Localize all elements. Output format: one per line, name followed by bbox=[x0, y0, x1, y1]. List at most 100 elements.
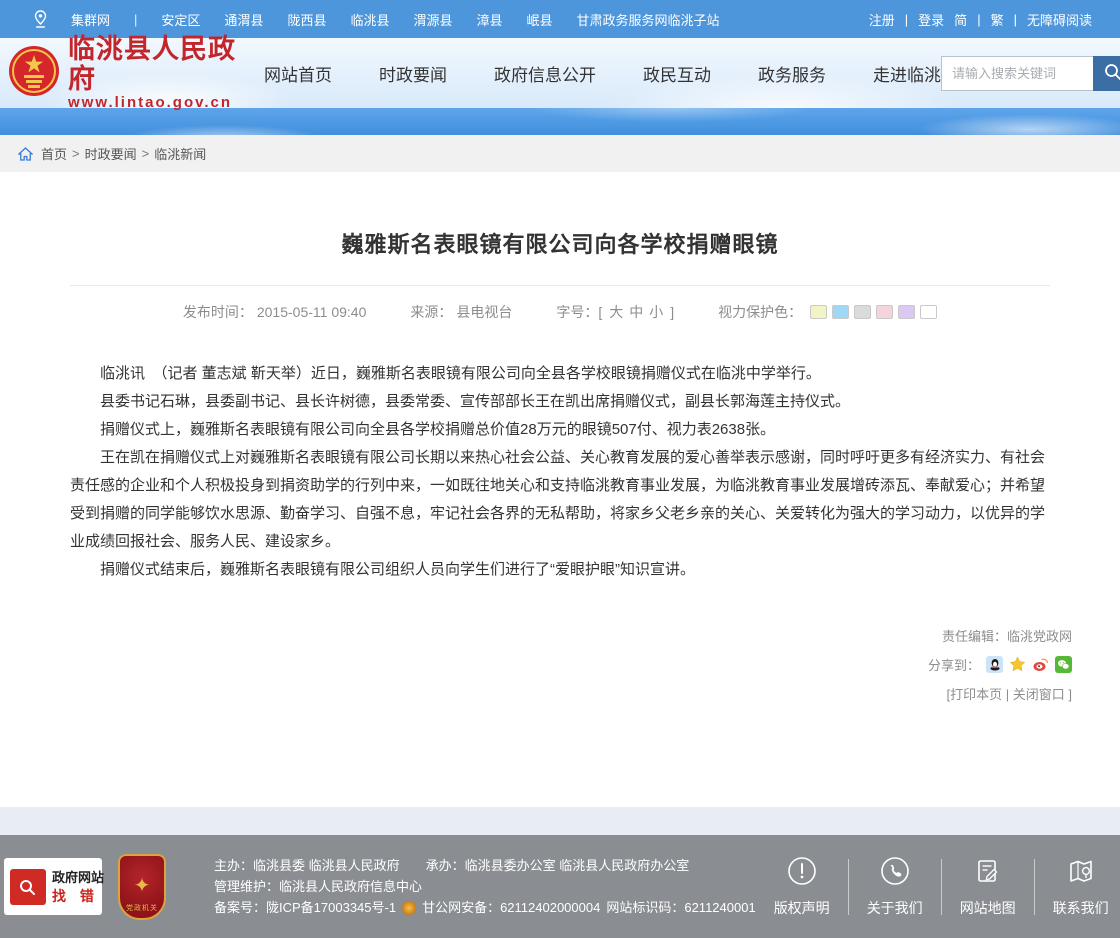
share-qq-icon[interactable] bbox=[986, 656, 1003, 673]
font-size-option[interactable]: 中 bbox=[629, 302, 643, 322]
topbar-user-link[interactable]: 简 bbox=[954, 10, 967, 29]
footer-info: 主办：临洮县委 临洮县人民政府 承办：临洮县委办公室 临洮县人民政府办公室 管理… bbox=[214, 855, 756, 918]
share-bar: 分享到： bbox=[0, 655, 1072, 674]
topbar-user-link[interactable]: 注册 bbox=[869, 10, 895, 29]
font-size-control: 字号：[ 大中小 ] bbox=[556, 302, 674, 322]
topbar-divider: | bbox=[134, 12, 137, 27]
article-title: 巍雅斯名表眼镜有限公司向各学校捐赠眼镜 bbox=[0, 227, 1120, 259]
footer-host-line: 主办：临洮县委 临洮县人民政府 承办：临洮县委办公室 临洮县人民政府办公室 bbox=[214, 855, 756, 876]
breadcrumb-current[interactable]: 临洮新闻 bbox=[154, 144, 206, 163]
article-meta: 发布时间： 2015-05-11 09:40 来源： 县电视台 字号：[ 大中小… bbox=[0, 302, 1120, 322]
topbar-user-link[interactable]: 登录 bbox=[918, 10, 944, 29]
article-container: 巍雅斯名表眼镜有限公司向各学校捐赠眼镜 发布时间： 2015-05-11 09:… bbox=[0, 172, 1120, 807]
share-label: 分享到： bbox=[928, 655, 980, 674]
search-icon bbox=[1104, 63, 1120, 84]
breadcrumb-section[interactable]: 时政要闻 bbox=[85, 144, 137, 163]
footer-link-sitemap[interactable]: 网站地图 bbox=[942, 855, 1034, 918]
article-paragraph: 临洮讯 （记者 董志斌 靳天举）近日，巍雅斯名表眼镜有限公司向全县各学校眼镜捐赠… bbox=[70, 360, 1050, 388]
search-box bbox=[941, 56, 1120, 91]
article-paragraph: 捐赠仪式上，巍雅斯名表眼镜有限公司向全县各学校捐赠总价值28万元的眼镜507付、… bbox=[70, 416, 1050, 444]
topbar-site-link[interactable]: 渭源县 bbox=[413, 10, 452, 29]
article-body: 临洮讯 （记者 董志斌 靳天举）近日，巍雅斯名表眼镜有限公司向全县各学校眼镜捐赠… bbox=[70, 360, 1050, 584]
topbar-site-link[interactable]: 漳县 bbox=[476, 10, 502, 29]
eyecare-color-swatch[interactable] bbox=[810, 305, 827, 319]
topbar-user-link[interactable]: 繁 bbox=[991, 10, 1004, 29]
footer-links: 版权声明 关于我们 网站地图 联系我们 bbox=[756, 855, 1120, 918]
site-logo[interactable]: 临洮县人民政府 www.lintao.gov.cn bbox=[8, 34, 236, 112]
topbar-site-link[interactable]: 甘肃政务服务网临洮子站 bbox=[577, 10, 720, 29]
close-window-button[interactable]: 关闭窗口 bbox=[1013, 687, 1065, 702]
share-qzone-icon[interactable] bbox=[1009, 656, 1026, 673]
sky-banner-band bbox=[0, 108, 1120, 135]
print-close-bar: [打印本页 | 关闭窗口 ] bbox=[0, 684, 1072, 703]
home-icon bbox=[18, 147, 33, 161]
page: 集群网 | 安定区 通渭县 陇西县 临洮县 渭源县 漳县 岷县 甘肃政务服务网临洮子站 注册 |… bbox=[0, 0, 1120, 938]
footer-link-contact[interactable]: 联系我们 bbox=[1035, 855, 1120, 918]
source-value: 县电视台 bbox=[456, 302, 512, 322]
source-label: 来源： bbox=[410, 302, 452, 322]
footer-link-label: 版权声明 bbox=[774, 898, 830, 918]
share-wechat-icon[interactable] bbox=[1055, 656, 1072, 673]
public-security-number: 甘公网安备：62112402000004 bbox=[422, 897, 600, 918]
article-paragraph: 王在凯在捐赠仪式上对巍雅斯名表眼镜有限公司长期以来热心社会公益、关心教育发展的爱… bbox=[70, 444, 1050, 556]
main-nav-item[interactable]: 政务服务 bbox=[758, 61, 826, 86]
publish-time: 发布时间： 2015-05-11 09:40 bbox=[183, 302, 367, 322]
print-page-button[interactable]: 打印本页 bbox=[950, 687, 1002, 702]
footer-link-about[interactable]: 关于我们 bbox=[849, 855, 941, 918]
topbar-user-link[interactable]: | bbox=[977, 12, 980, 27]
party-gov-shield-icon[interactable]: ✦ 党政机关 bbox=[118, 854, 166, 920]
eyecare-color-control: 视力保护色： bbox=[718, 302, 937, 322]
search-button[interactable] bbox=[1093, 56, 1120, 91]
sitemap-document-icon bbox=[972, 855, 1004, 890]
footer-link-copyright[interactable]: 版权声明 bbox=[756, 855, 848, 918]
print-close-separator: | bbox=[1002, 687, 1013, 702]
main-nav-item[interactable]: 政府信息公开 bbox=[494, 61, 596, 86]
search-input[interactable] bbox=[941, 56, 1093, 91]
logo-text: 临洮县人民政府 www.lintao.gov.cn bbox=[68, 34, 236, 112]
breadcrumb-home[interactable]: 首页 bbox=[41, 144, 67, 163]
font-size-option[interactable]: 大 bbox=[609, 302, 623, 322]
main-nav-item[interactable]: 时政要闻 bbox=[379, 61, 447, 86]
footer-link-label: 关于我们 bbox=[867, 898, 923, 918]
breadcrumb: 首页 > 时政要闻 > 临洮新闻 bbox=[0, 135, 1120, 172]
shield-label: 党政机关 bbox=[126, 903, 158, 913]
font-size-options: 大中小 bbox=[606, 302, 666, 322]
topbar-sites: 安定区 通渭县 陇西县 临洮县 渭源县 漳县 岷县 甘肃政务服务网临洮子站 bbox=[161, 10, 719, 29]
site-identification-code: 网站标识码：6211240001 bbox=[606, 897, 755, 918]
topbar-site-link[interactable]: 陇西县 bbox=[287, 10, 326, 29]
title-divider bbox=[70, 285, 1050, 286]
topbar-user-link[interactable]: | bbox=[905, 12, 908, 27]
publish-time-value: 2015-05-11 09:40 bbox=[257, 304, 367, 320]
icp-number: 备案号：陇ICP备17003345号-1 bbox=[214, 897, 396, 918]
eyecare-color-swatch[interactable] bbox=[898, 305, 915, 319]
font-size-option[interactable]: 小 bbox=[649, 302, 663, 322]
prefooter-band bbox=[0, 807, 1120, 835]
topbar-site-link[interactable]: 通渭县 bbox=[224, 10, 263, 29]
main-nav-item[interactable]: 走进临洮 bbox=[873, 61, 941, 86]
topbar-link-portal[interactable]: 集群网 bbox=[71, 10, 110, 29]
eyecare-color-swatch[interactable] bbox=[854, 305, 871, 319]
topbar-user-links: 注册 | 登录简 | 繁 | 无障碍阅读 bbox=[869, 10, 1092, 29]
main-nav-item[interactable]: 网站首页 bbox=[264, 61, 332, 86]
bracket-close: ] bbox=[1065, 687, 1072, 702]
topbar-user-link[interactable]: | bbox=[1014, 12, 1017, 27]
eyecare-color-swatch[interactable] bbox=[876, 305, 893, 319]
eyecare-color-swatch[interactable] bbox=[920, 305, 937, 319]
site-name: 临洮县人民政府 bbox=[68, 34, 236, 94]
site-url: www.lintao.gov.cn bbox=[68, 94, 236, 112]
public-security-badge-icon bbox=[402, 901, 416, 915]
editor-credit: 责任编辑：临洮党政网 bbox=[0, 626, 1072, 645]
font-size-label: 字号：[ bbox=[556, 302, 602, 322]
article-source: 来源： 县电视台 bbox=[410, 302, 512, 322]
main-nav-item[interactable]: 政民互动 bbox=[643, 61, 711, 86]
copyright-exclamation-icon bbox=[786, 855, 818, 890]
share-weibo-icon[interactable] bbox=[1032, 656, 1049, 673]
font-size-suffix: ] bbox=[670, 304, 674, 320]
topbar-site-link[interactable]: 安定区 bbox=[161, 10, 200, 29]
topbar-user-link[interactable]: 无障碍阅读 bbox=[1027, 10, 1092, 29]
site-error-report-badge[interactable]: 政府网站 找 错 bbox=[4, 858, 102, 915]
eyecare-color-swatch[interactable] bbox=[832, 305, 849, 319]
topbar-site-link[interactable]: 临洮县 bbox=[350, 10, 389, 29]
topbar-site-link[interactable]: 岷县 bbox=[527, 10, 553, 29]
article-paragraph: 捐赠仪式结束后，巍雅斯名表眼镜有限公司组织人员向学生们进行了“爱眼护眼”知识宣讲… bbox=[70, 556, 1050, 584]
